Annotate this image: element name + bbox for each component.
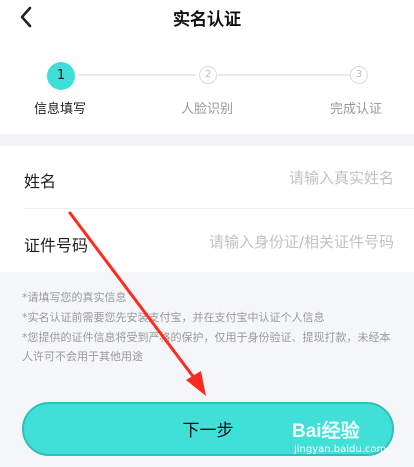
- note-item: *实名认证前需要您先安装支付宝，并在支付宝中认证个人信息: [22, 311, 325, 324]
- step-3-circle: 3: [350, 66, 368, 84]
- step-2-circle: 2: [199, 66, 217, 84]
- watermark-logo: Bai经验: [292, 421, 360, 442]
- id-number-row: 证件号码: [0, 209, 414, 275]
- step-1-circle: 1: [47, 62, 75, 90]
- step-2-label: 人脸识别: [181, 102, 234, 117]
- page-title: 实名认证: [173, 10, 241, 30]
- step-connector: [78, 74, 196, 76]
- note-item: *请填写您的真实信息: [22, 291, 127, 304]
- watermark-url: jingyan.baidu.com: [294, 444, 387, 455]
- step-1-label: 信息填写: [34, 102, 87, 117]
- id-number-input[interactable]: [134, 233, 394, 251]
- name-label: 姓名: [24, 172, 57, 191]
- step-3-label: 完成认证: [330, 102, 383, 117]
- section-separator: [0, 134, 414, 146]
- name-input[interactable]: [164, 169, 394, 187]
- header-bar: 实名认证: [0, 0, 414, 40]
- baidu-jingyan-watermark: Bai经验 jingyan.baidu.com: [292, 416, 402, 464]
- name-row: 姓名: [0, 146, 414, 212]
- progress-steps: 1 2 3 信息填写 人脸识别 完成认证: [0, 62, 414, 122]
- id-number-label: 证件号码: [24, 236, 89, 255]
- step-connector: [218, 74, 350, 76]
- note-item: *您提供的证件信息将受到严格的保护，仅用于身份验证、提现打款，未经本人许可不会用…: [22, 331, 391, 363]
